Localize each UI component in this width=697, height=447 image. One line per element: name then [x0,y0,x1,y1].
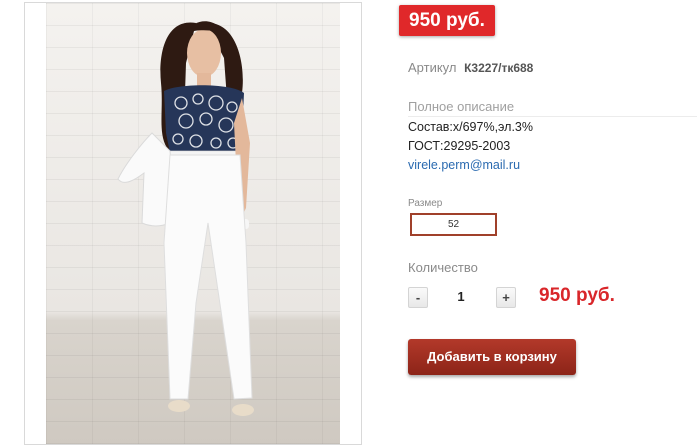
model-illustration [117,21,254,416]
description-title: Полное описание [408,99,697,117]
product-image-frame[interactable] [24,2,362,445]
sku-row: Артикул К3227/тк688 [408,60,533,75]
composition-line: Состав:х/697%,эл.3% [408,120,533,134]
size-select[interactable]: 52 [410,213,497,236]
quantity-value[interactable]: 1 [453,289,469,304]
product-photo[interactable] [46,3,340,444]
size-label: Размер [408,198,443,209]
quantity-increase-button[interactable]: + [496,287,516,308]
contact-email-link[interactable]: virele.perm@mail.ru [408,158,520,172]
sku-label: Артикул [408,60,457,75]
sku-value: К3227/тк688 [464,61,534,75]
quantity-label: Количество [408,260,478,275]
contact-email-line: virele.perm@mail.ru [408,158,520,172]
price-badge: 950 руб. [399,5,495,36]
add-to-cart-button[interactable]: Добавить в корзину [408,339,576,375]
standard-line: ГОСТ:29295-2003 [408,139,511,153]
quantity-decrease-button[interactable]: - [408,287,428,308]
total-price: 950 руб. [539,285,615,306]
